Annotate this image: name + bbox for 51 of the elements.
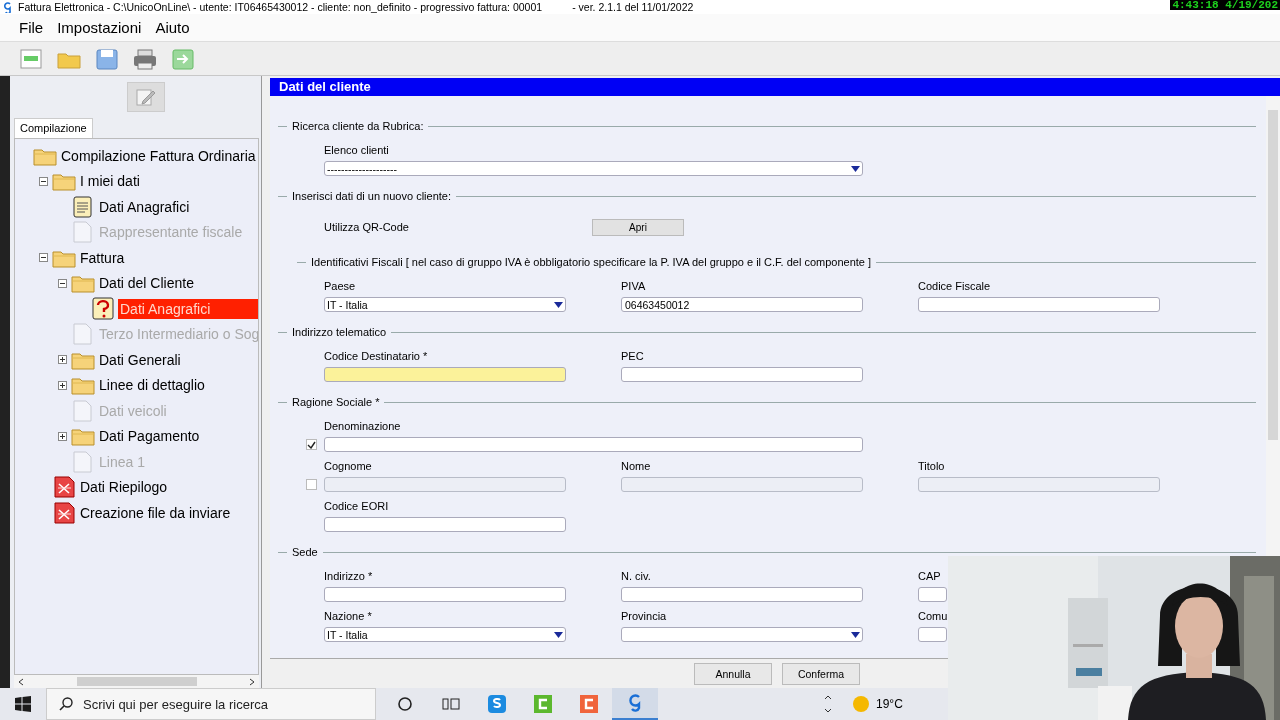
- section-title: Ragione Sociale *: [292, 396, 380, 408]
- field-label: Paese: [324, 280, 357, 293]
- field-label: Nazione *: [324, 610, 373, 623]
- field-label: Utilizza QR-Code: [324, 221, 410, 233]
- tree-item[interactable]: Dati Riepilogo: [78, 477, 170, 498]
- section-title: Identificativi Fiscali [ nel caso di gruppo IVA è obbligatorio specificare la P. IVA del gruppo e il C.F. del componente ]: [311, 256, 872, 268]
- field-label: Codice Fiscale: [918, 280, 992, 293]
- tree-item[interactable]: Fattura: [78, 247, 127, 268]
- field-label: Comu: [918, 610, 949, 623]
- dialog-button[interactable]: Conferma: [782, 662, 860, 685]
- panel-title: Dati del cliente: [270, 78, 1280, 96]
- dropdown-field[interactable]: --------------------: [324, 161, 863, 176]
- field-label: Nome: [621, 460, 652, 473]
- field-label: Cognome: [324, 460, 373, 473]
- section-title: Inserisci dati di un nuovo cliente:: [292, 190, 451, 202]
- tree-item[interactable]: I miei dati: [78, 171, 142, 192]
- version-text: - ver. 2.1.1 del 11/01/2022: [572, 1, 694, 13]
- tree-item[interactable]: Creazione file da inviare: [78, 502, 233, 523]
- section-title: Indirizzo telematico: [292, 326, 387, 338]
- search-field[interactable]: Scrivi qui per eseguire la ricerca: [46, 688, 376, 720]
- field-label: CAP: [918, 570, 942, 583]
- field-label: Provincia: [621, 610, 668, 623]
- field-label: Titolo: [918, 460, 946, 473]
- field-label: Codice EORI: [324, 500, 390, 513]
- tree-item[interactable]: Dati Anagrafici: [97, 196, 192, 217]
- field-label: Codice Destinatario *: [324, 350, 429, 363]
- section-title: Sede: [292, 546, 318, 558]
- text-field[interactable]: 06463450012: [621, 297, 863, 312]
- tree-item[interactable]: Compilazione Fattura Ordinaria: [59, 145, 258, 166]
- tab[interactable]: Compilazione: [14, 118, 93, 138]
- weather-text: 19°C: [876, 697, 903, 711]
- field-label: Denominazione: [324, 420, 402, 433]
- field-label: Indirizzo *: [324, 570, 374, 583]
- section-title: Ricerca cliente da Rubrica:: [292, 120, 424, 132]
- dialog-button[interactable]: Annulla: [694, 662, 772, 685]
- window-title: Fattura Elettronica - C:\UnicoOnLine\ - utente: IT06465430012 - cliente: non_definito - progressivo fattura: 00001: [18, 1, 543, 13]
- dropdown-field[interactable]: IT - Italia: [324, 297, 566, 312]
- field-label: PIVA: [621, 280, 647, 293]
- dropdown-field[interactable]: IT - Italia: [324, 627, 566, 642]
- tree-item[interactable]: Dati del Cliente: [97, 273, 196, 294]
- menu-item[interactable]: File: [19, 19, 44, 36]
- tree-item[interactable]: Linee di dettaglio: [97, 375, 207, 396]
- open-button[interactable]: Apri: [592, 218, 684, 236]
- field-label: PEC: [621, 350, 645, 363]
- recording-clock: 4:43:18 4/19/202: [1170, 0, 1280, 10]
- field-label: Elenco clienti: [324, 144, 390, 157]
- menu-item[interactable]: Aiuto: [155, 19, 190, 36]
- field-label: N. civ.: [621, 570, 652, 583]
- tree-item[interactable]: Dati Generali: [97, 349, 183, 370]
- tree-item[interactable]: Dati Pagamento: [97, 426, 202, 447]
- menu-item[interactable]: Impostazioni: [57, 19, 142, 36]
